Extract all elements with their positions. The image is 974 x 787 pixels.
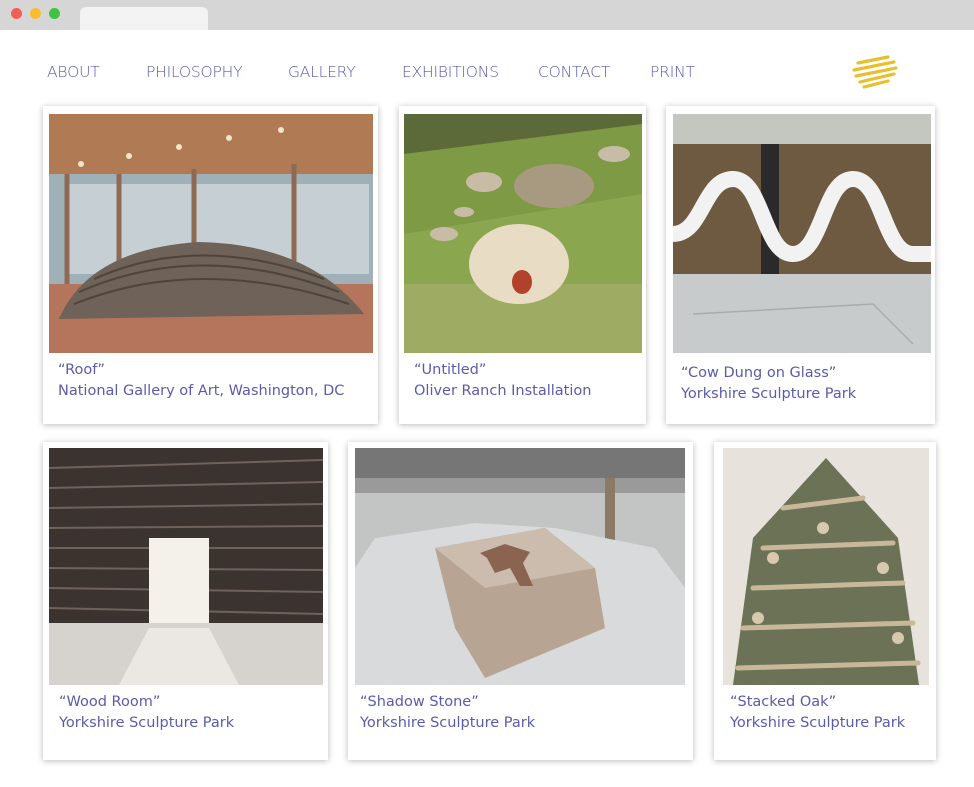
- card-caption: “Cow Dung on Glass” Yorkshire Sculpture …: [681, 363, 856, 405]
- gallery-card-cow-dung-on-glass[interactable]: “Cow Dung on Glass” Yorkshire Sculpture …: [666, 106, 935, 424]
- card-caption: “Shadow Stone” Yorkshire Sculpture Park: [360, 692, 535, 734]
- card-location: Yorkshire Sculpture Park: [681, 386, 857, 402]
- card-title: “Untitled”: [414, 362, 487, 378]
- gallery-card-stacked-oak[interactable]: “Stacked Oak” Yorkshire Sculpture Park: [714, 442, 936, 760]
- close-window-button[interactable]: [11, 8, 22, 19]
- card-caption: “Stacked Oak” Yorkshire Sculpture Park: [730, 692, 905, 734]
- card-location: Yorkshire Sculpture Park: [360, 715, 536, 731]
- card-location: Oliver Ranch Installation: [414, 383, 592, 399]
- photo-wood-room: [49, 448, 323, 685]
- nav-item-about[interactable]: ABOUT: [47, 63, 100, 81]
- card-location: Yorkshire Sculpture Park: [59, 715, 235, 731]
- gallery-card-roof[interactable]: “Roof” National Gallery of Art, Washingt…: [43, 106, 378, 424]
- photo-untitled: [404, 114, 642, 353]
- browser-tab[interactable]: [80, 7, 208, 30]
- nav-item-philosophy[interactable]: PHILOSOPHY: [146, 63, 243, 81]
- card-caption: “Roof” National Gallery of Art, Washingt…: [58, 360, 344, 402]
- browser-chrome: [0, 0, 974, 30]
- card-location: National Gallery of Art, Washington, DC: [58, 383, 345, 399]
- nav-item-gallery[interactable]: GALLERY: [288, 63, 356, 81]
- nav-item-print[interactable]: PRINT: [650, 63, 695, 81]
- card-title: “Roof”: [58, 362, 105, 378]
- nav-item-exhibitions[interactable]: EXHIBITIONS: [402, 63, 499, 81]
- photo-stacked-oak: [723, 448, 929, 685]
- card-caption: “Untitled” Oliver Ranch Installation: [414, 360, 591, 402]
- logo-scribble-icon[interactable]: [850, 54, 900, 92]
- card-location: Yorkshire Sculpture Park: [730, 715, 906, 731]
- gallery-card-wood-room[interactable]: “Wood Room” Yorkshire Sculpture Park: [43, 442, 328, 760]
- photo-roof: [49, 114, 373, 353]
- card-title: “Wood Room”: [59, 694, 161, 710]
- photo-shadow-stone: [355, 448, 685, 685]
- card-title: “Stacked Oak”: [730, 694, 837, 710]
- minimize-window-button[interactable]: [30, 8, 41, 19]
- nav-item-contact[interactable]: CONTACT: [538, 63, 610, 81]
- photo-cow-dung-on-glass: [673, 114, 931, 353]
- gallery-card-untitled[interactable]: “Untitled” Oliver Ranch Installation: [399, 106, 646, 424]
- card-title: “Shadow Stone”: [360, 694, 479, 710]
- card-title: “Cow Dung on Glass”: [681, 365, 837, 381]
- maximize-window-button[interactable]: [49, 8, 60, 19]
- card-caption: “Wood Room” Yorkshire Sculpture Park: [59, 692, 234, 734]
- page: ABOUT PHILOSOPHY GALLERY EXHIBITIONS CON…: [0, 30, 974, 787]
- gallery-card-shadow-stone[interactable]: “Shadow Stone” Yorkshire Sculpture Park: [348, 442, 693, 760]
